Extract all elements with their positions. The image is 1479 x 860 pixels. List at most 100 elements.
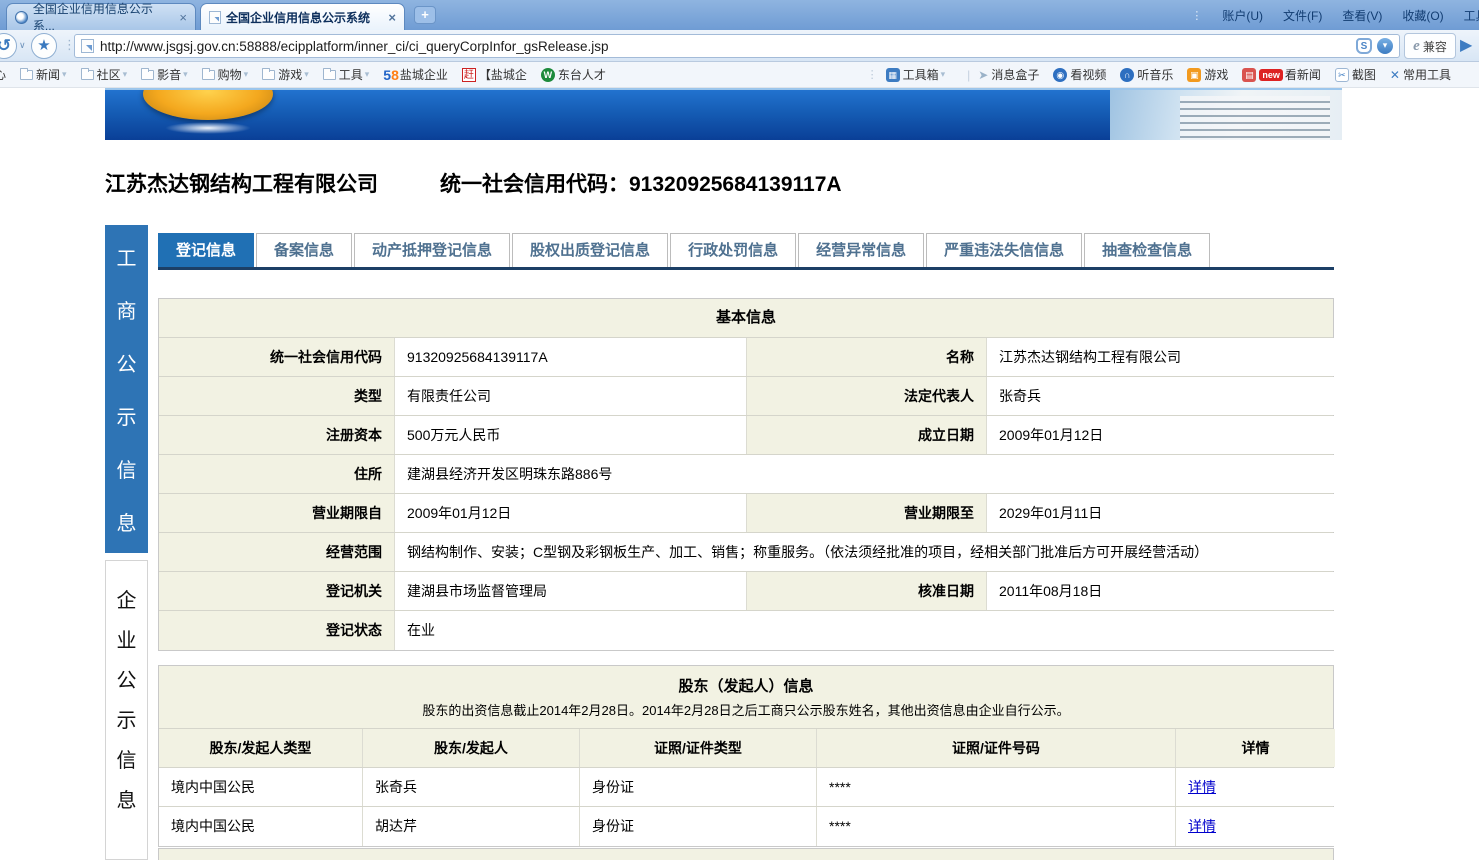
sidebar-item-enterprise-publicity[interactable]: 企业公示信息 — [105, 560, 148, 860]
detail-link[interactable]: 详情 — [1188, 818, 1216, 834]
back-button[interactable]: ↺ — [0, 33, 17, 59]
table-row: 类型 有限责任公司 法定代表人 张奇兵 — [159, 377, 1333, 416]
url-page-icon — [81, 39, 94, 53]
video-icon: ◉ — [1053, 68, 1067, 82]
compatibility-mode-button[interactable]: e 兼容 — [1404, 33, 1456, 59]
next-section-strip — [158, 848, 1334, 860]
new-badge: new — [1259, 69, 1283, 81]
cert-number: **** — [816, 807, 1175, 846]
field-label: 营业期限至 — [747, 494, 986, 532]
bookmark-folder-news[interactable]: 新闻▾ — [20, 66, 67, 83]
screenshot-icon: ✂ — [1335, 68, 1349, 82]
field-label: 经营范围 — [159, 533, 394, 571]
field-value: 91320925684139117A — [394, 338, 747, 376]
folder-icon — [202, 70, 215, 80]
table-row: 境内中国公民 胡达芹 身份证 **** 详情 — [159, 807, 1333, 846]
bookmark-folder-shopping[interactable]: 购物▾ — [202, 66, 249, 83]
tab-abnormal-operation-info[interactable]: 经营异常信息 — [798, 233, 924, 267]
download-dropdown-icon[interactable]: ▾ — [1377, 38, 1393, 54]
field-value: 2029年01月11日 — [986, 494, 1335, 532]
menu-account[interactable]: 账户(U) — [1222, 7, 1263, 24]
tab-equity-pledge-info[interactable]: 股权出质登记信息 — [512, 233, 668, 267]
bookmark-folder-media[interactable]: 影音▾ — [141, 66, 188, 83]
field-label: 营业期限自 — [159, 494, 394, 532]
menu-file[interactable]: 文件(F) — [1283, 7, 1322, 24]
credit-code: 统一社会信用代码：91320925684139117A — [440, 173, 842, 196]
shareholders-subtitle: 股东的出资信息截止2014年2月28日。2014年2月28日之后工商只公示股东姓… — [159, 699, 1333, 723]
field-value: 建湖县经济开发区明珠东路886号 — [394, 455, 1335, 493]
menu-favorites[interactable]: 收藏(O) — [1402, 7, 1443, 24]
tab-admin-penalty-info[interactable]: 行政处罚信息 — [670, 233, 796, 267]
table-row: 登记机关 建湖县市场监督管理局 核准日期 2011年08月18日 — [159, 572, 1333, 611]
browser-tab-1[interactable]: 全国企业信用信息公示系... × — [6, 3, 196, 30]
table-row: 营业期限自 2009年01月12日 营业期限至 2029年01月11日 — [159, 494, 1333, 533]
games-button[interactable]: ▣游戏 — [1187, 66, 1228, 83]
page-title: 江苏杰达钢结构工程有限公司统一社会信用代码：91320925684139117A — [105, 168, 842, 198]
security-shield-icon[interactable]: S — [1356, 38, 1372, 54]
chevron-down-icon: ▾ — [941, 69, 946, 80]
common-tools-button[interactable]: ✕常用工具 — [1390, 66, 1451, 83]
go-button[interactable]: ▶ — [1460, 35, 1472, 55]
bookmark-folder-games[interactable]: 游戏▾ — [262, 66, 309, 83]
field-value: 2009年01月12日 — [986, 416, 1335, 454]
column-header: 证照/证件类型 — [579, 729, 816, 767]
folder-icon — [20, 70, 33, 80]
screenshot-button[interactable]: ✂截图 — [1335, 66, 1376, 83]
field-label: 登记机关 — [159, 572, 394, 610]
clipped-bookmark[interactable]: 心 — [0, 66, 6, 83]
tab-chattel-mortgage-info[interactable]: 动产抵押登记信息 — [354, 233, 510, 267]
tab-title: 全国企业信用信息公示系... — [33, 0, 174, 30]
field-label: 类型 — [159, 377, 394, 415]
chevron-down-icon: ▾ — [244, 69, 249, 80]
folder-icon — [141, 70, 154, 80]
column-header: 详情 — [1175, 729, 1335, 767]
address-input[interactable]: http://www.jsgsj.gov.cn:58888/ecipplatfo… — [74, 34, 1400, 58]
column-header: 股东/发起人 — [362, 729, 579, 767]
listen-music-button[interactable]: ∩听音乐 — [1120, 66, 1173, 83]
page-favicon — [209, 11, 221, 24]
bookmark-ganji[interactable]: 赶【盐城企 — [462, 66, 527, 83]
detail-link[interactable]: 详情 — [1188, 779, 1216, 795]
emblem-glow — [165, 122, 251, 134]
bookmark-folder-tools[interactable]: 工具▾ — [323, 66, 370, 83]
tab-registration-info[interactable]: 登记信息 — [158, 233, 254, 267]
tab-close-icon[interactable]: × — [382, 11, 396, 24]
favorites-star-button[interactable]: ★ — [31, 33, 57, 59]
tab-close-icon[interactable]: × — [173, 11, 187, 24]
bookmark-58[interactable]: 58盐城企业 — [383, 66, 448, 83]
toolbox-button[interactable]: ▦工具箱▾ — [886, 66, 946, 83]
watch-video-button[interactable]: ◉看视频 — [1053, 66, 1106, 83]
field-value: 在业 — [394, 611, 1335, 650]
new-tab-button[interactable]: + — [414, 6, 436, 24]
separator: | — [967, 68, 970, 82]
menu-tools[interactable]: 工具(T) — [1464, 7, 1479, 24]
tab-spot-check-info[interactable]: 抽查检查信息 — [1084, 233, 1210, 267]
field-label: 核准日期 — [747, 572, 986, 610]
tab-serious-violation-info[interactable]: 严重违法失信信息 — [926, 233, 1082, 267]
tab-title: 全国企业信用信息公示系统 — [226, 9, 370, 26]
sidebar-item-gongshang-publicity[interactable]: 工商公示信息 — [105, 225, 148, 553]
shareholder-name: 胡达芹 — [362, 807, 579, 846]
content-tabstrip: 登记信息 备案信息 动产抵押登记信息 股权出质登记信息 行政处罚信息 经营异常信… — [158, 233, 1334, 270]
cert-number: **** — [816, 768, 1175, 806]
back-history-chevron-icon[interactable]: ∨ — [19, 40, 26, 51]
url-text[interactable]: http://www.jsgsj.gov.cn:58888/ecipplatfo… — [100, 39, 1356, 54]
folder-icon — [262, 70, 275, 80]
field-value: 钢结构制作、安装；C型钢及彩钢板生产、加工、销售；称重服务。（依法须经批准的项目… — [394, 533, 1335, 571]
w-logo-icon: W — [541, 68, 555, 82]
chevron-down-icon: ▾ — [304, 69, 309, 80]
chevron-down-icon: ▾ — [365, 69, 370, 80]
folder-icon — [81, 70, 94, 80]
message-box-button[interactable]: ➤消息盒子 — [978, 66, 1039, 83]
menu-separator-dots: ⋮ — [1191, 9, 1202, 22]
read-news-button[interactable]: ▤new看新闻 — [1242, 66, 1321, 83]
message-arrow-icon: ➤ — [978, 68, 988, 82]
browser-tab-2-active[interactable]: 全国企业信用信息公示系统 × — [200, 3, 405, 30]
menu-view[interactable]: 查看(V) — [1342, 7, 1382, 24]
chevron-down-icon: ▾ — [123, 69, 128, 80]
table-row: 注册资本 500万元人民币 成立日期 2009年01月12日 — [159, 416, 1333, 455]
shareholders-title: 股东（发起人）信息 — [159, 675, 1333, 699]
bookmark-folder-community[interactable]: 社区▾ — [81, 66, 128, 83]
tab-filing-info[interactable]: 备案信息 — [256, 233, 352, 267]
bookmark-dongtai[interactable]: W东台人才 — [541, 66, 606, 83]
